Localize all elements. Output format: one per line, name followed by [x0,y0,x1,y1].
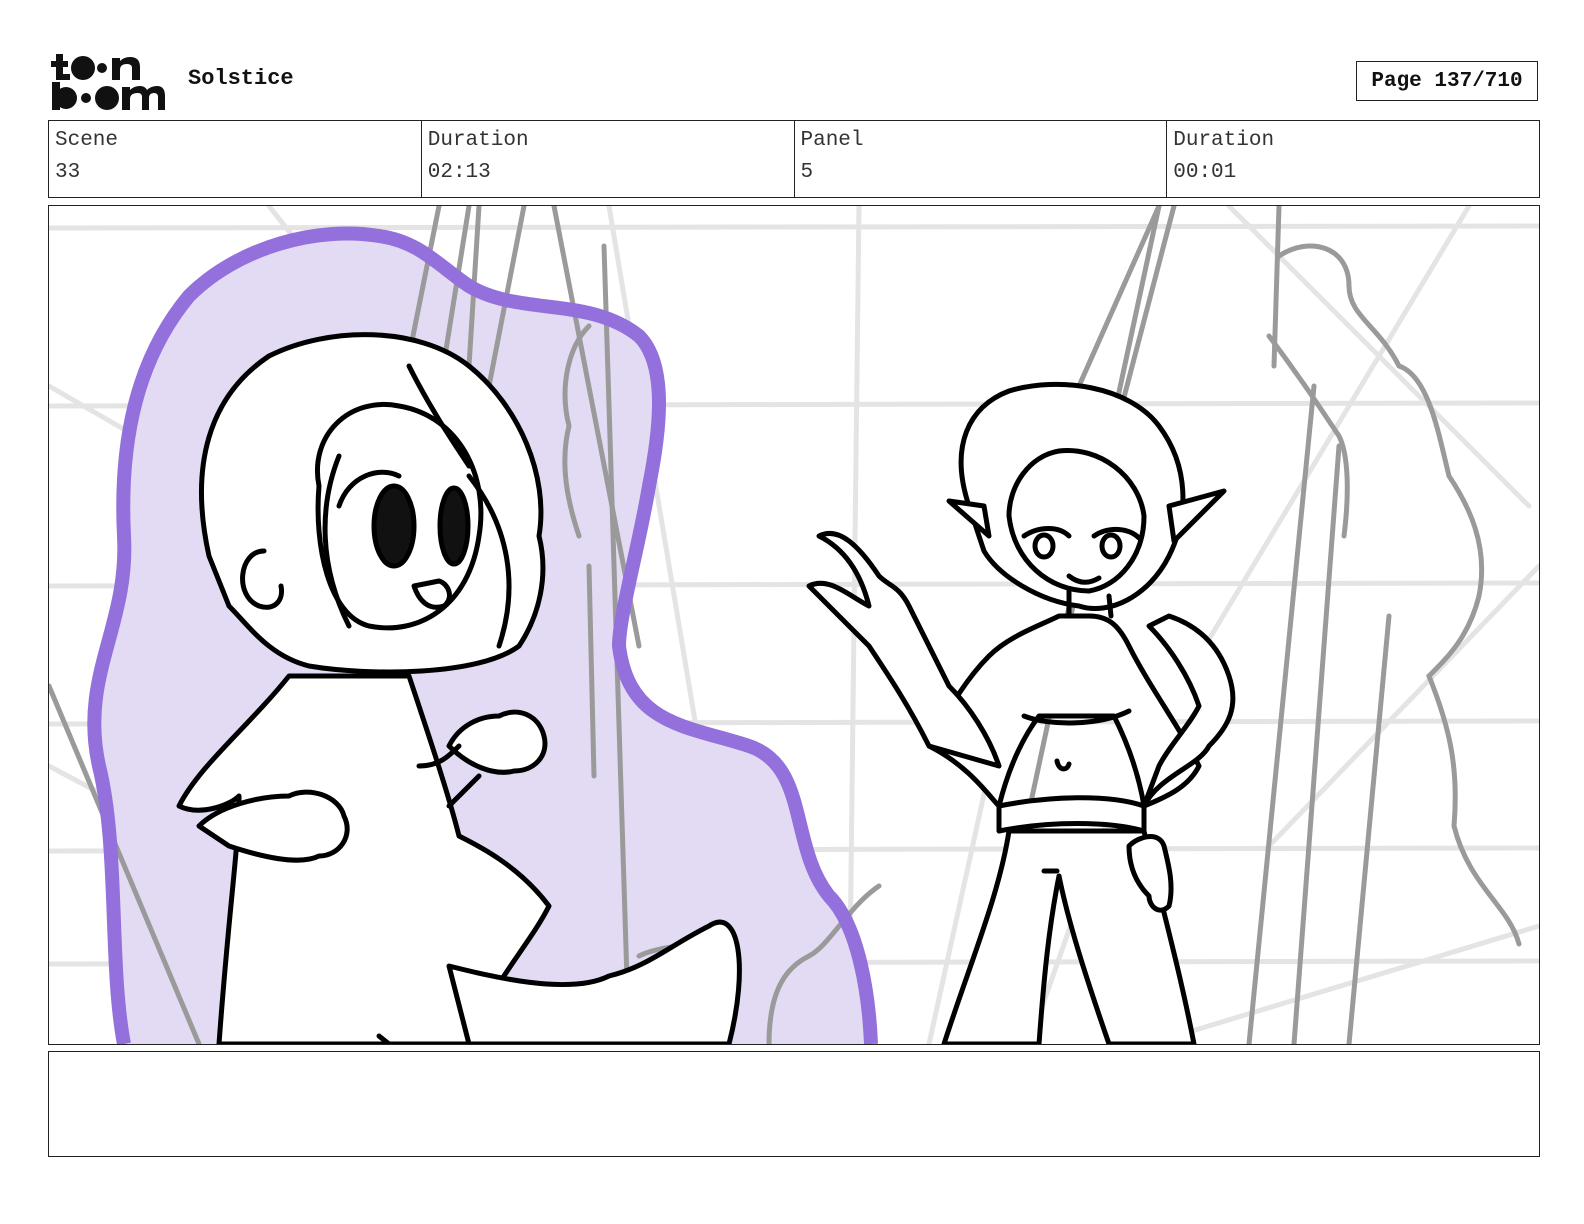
page-indicator: Page 137/710 [1356,61,1538,101]
panel-cell: Panel 5 [795,121,1168,197]
panel-duration-cell: Duration 00:01 [1167,121,1539,197]
panel-duration-label: Duration [1173,129,1275,152]
project-title: Solstice [188,66,294,91]
panel-info-table: Scene 33 Duration 02:13 Panel 5 Duration… [48,120,1540,198]
storyboard-sketch [49,206,1539,1044]
page-indicator-label: Page 137/710 [1371,69,1523,93]
storyboard-panel [48,205,1540,1045]
scene-duration-label: Duration [427,129,529,152]
panel-label: Panel [800,129,864,152]
toonboom-logo [51,54,165,110]
scene-value: 33 [55,161,81,184]
panel-value: 5 [800,161,814,184]
panel-notes-box[interactable] [48,1051,1540,1157]
scene-cell: Scene 33 [49,121,422,197]
panel-duration-value: 00:01 [1173,161,1237,184]
right-character [806,381,1236,1044]
scene-label: Scene [55,129,119,152]
scene-duration-cell: Duration 02:13 [422,121,795,197]
scene-duration-value: 02:13 [427,161,491,184]
